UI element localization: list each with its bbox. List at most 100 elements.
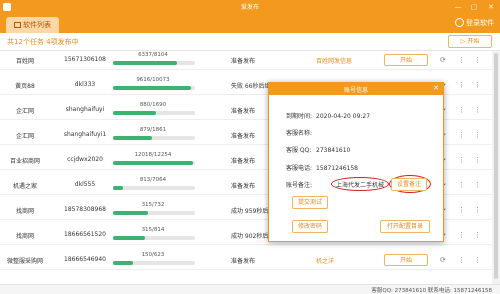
- table-row: 百姓网 15671306108 6337/8104 准备发布 百姓网发信息 开始 ⟳ ⋮ ⋮: [0, 51, 492, 70]
- more-icon[interactable]: ⋮: [458, 181, 465, 189]
- progress-fill: [113, 111, 156, 115]
- note-label: 账号备注:: [286, 182, 313, 189]
- progress-text: 150/623: [141, 252, 165, 258]
- status-text: 准备发布: [231, 158, 256, 165]
- account-name: 18666561520: [64, 231, 106, 238]
- table-row: 微整服采购网 18666546940 150/623 准备发布 机之洋 开始 ⟳ ⋮ ⋮: [0, 251, 492, 270]
- change-password-button[interactable]: 修改密码: [292, 220, 328, 233]
- more-icon[interactable]: ⋮: [458, 156, 465, 164]
- footer: 客服QQ: 273841610 联系电话: 15871246158: [0, 284, 500, 294]
- site-name: 百业招商网: [9, 158, 40, 165]
- start-button[interactable]: 开始: [384, 54, 428, 66]
- progress-bar: [113, 186, 195, 190]
- log-link[interactable]: 百姓网发信息: [316, 56, 352, 65]
- tab-software-list[interactable]: 软件列表: [6, 17, 59, 33]
- refresh-icon[interactable]: ⟳: [440, 56, 446, 64]
- progress-text: 813/7064: [139, 177, 167, 183]
- status-text: 准备发布: [231, 108, 256, 115]
- account-name: 18666546940: [64, 256, 106, 263]
- service-name-field: 客服名称:: [286, 128, 316, 137]
- set-note-button[interactable]: 设置备注: [391, 178, 427, 191]
- close-button[interactable]: ✕: [485, 1, 497, 13]
- expire-value: 2020-04-20 09:27: [316, 113, 371, 120]
- options-icon[interactable]: ⋮: [474, 156, 481, 164]
- status-text: 准备发布: [231, 183, 256, 190]
- start-button[interactable]: 开始: [384, 254, 428, 266]
- progress-fill: [113, 161, 194, 165]
- minimize-button[interactable]: —: [452, 1, 464, 13]
- more-icon[interactable]: ⋮: [458, 56, 465, 64]
- more-icon[interactable]: ⋮: [458, 256, 465, 264]
- submit-test-button[interactable]: 提交测试: [292, 196, 328, 209]
- more-icon[interactable]: ⋮: [458, 206, 465, 214]
- status-text: 准备发布: [231, 133, 256, 140]
- site-name: 机遇之家: [12, 183, 37, 190]
- user-icon: [455, 18, 464, 27]
- account-name: shanghaifuyi: [65, 106, 105, 113]
- progress-fill: [113, 61, 177, 65]
- log-link[interactable]: 机之洋: [316, 256, 334, 265]
- progress-fill: [113, 86, 191, 90]
- progress-bar: [113, 261, 195, 265]
- site-name: 黄页88: [15, 83, 35, 90]
- options-icon[interactable]: ⋮: [474, 106, 481, 114]
- tab-bar: 软件列表 登录软件: [0, 14, 500, 33]
- account-info-dialog: 账号信息 ✕ 到期时间: 2020-04-20 09:27 客服名称: 客服 QQ…: [268, 82, 444, 242]
- more-icon[interactable]: ⋮: [458, 81, 465, 89]
- status-text: 准备发布: [231, 58, 256, 65]
- progress-bar: [113, 161, 195, 165]
- account-name: ccjdwx2020: [67, 156, 103, 163]
- options-icon[interactable]: ⋮: [474, 256, 481, 264]
- summary-bar: 共12个任务 4项发布中 ▷ 开始: [0, 33, 500, 51]
- options-icon[interactable]: ⋮: [474, 81, 481, 89]
- service-phone-label: 客服电话:: [286, 165, 313, 172]
- progress-text: 315/732: [141, 202, 165, 208]
- options-icon[interactable]: ⋮: [474, 206, 481, 214]
- dialog-header: 账号信息 ✕: [269, 83, 443, 95]
- site-name: 微整服采购网: [6, 258, 43, 265]
- progress-bar: [113, 211, 195, 215]
- options-icon[interactable]: ⋮: [474, 131, 481, 139]
- dialog-close-icon[interactable]: ✕: [433, 84, 439, 92]
- site-name: 找商网: [15, 208, 34, 215]
- expire-label: 到期时间:: [286, 113, 313, 120]
- scrollbar-thumb[interactable]: [494, 53, 498, 279]
- start-all-button[interactable]: ▷ 开始: [448, 35, 492, 48]
- account-name: 18578308968: [64, 206, 106, 213]
- progress-bar: [113, 111, 195, 115]
- service-phone-field: 客服电话: 15871246158: [286, 163, 358, 172]
- options-icon[interactable]: ⋮: [474, 56, 481, 64]
- site-name: 企汇网: [15, 133, 34, 140]
- more-icon[interactable]: ⋮: [458, 131, 465, 139]
- service-qq-value: 273841610: [316, 147, 351, 154]
- status-text: 准备发布: [231, 258, 256, 265]
- options-icon[interactable]: ⋮: [474, 231, 481, 239]
- more-icon[interactable]: ⋮: [458, 231, 465, 239]
- progress-bar: [113, 86, 195, 90]
- site-name: 企汇网: [15, 108, 34, 115]
- options-icon[interactable]: ⋮: [474, 181, 481, 189]
- start-all-label: 开始: [467, 38, 480, 45]
- progress-text: 6337/8104: [138, 52, 168, 58]
- account-name: dkl555: [74, 181, 96, 188]
- tab-label: 软件列表: [23, 21, 51, 29]
- scrollbar[interactable]: [492, 51, 500, 284]
- window-title: 爱发布: [240, 4, 259, 11]
- refresh-icon[interactable]: ⟳: [440, 256, 446, 264]
- open-config-button[interactable]: 打开配置目录: [380, 220, 430, 233]
- progress-fill: [113, 211, 149, 215]
- login-button[interactable]: 登录软件: [455, 18, 494, 29]
- more-icon[interactable]: ⋮: [458, 106, 465, 114]
- progress-text: 9616/10073: [136, 77, 170, 83]
- task-summary: 共12个任务 4项发布中: [7, 38, 79, 46]
- service-qq-field: 客服 QQ: 273841610: [286, 145, 350, 154]
- progress-bar: [113, 136, 195, 140]
- status-text: 失败 66秒后继: [231, 83, 271, 90]
- progress-text: 12018/12254: [134, 152, 172, 158]
- progress-fill: [113, 186, 123, 190]
- service-name-label: 客服名称:: [286, 130, 313, 137]
- maximize-button[interactable]: ▢: [468, 1, 480, 13]
- progress-fill: [113, 261, 133, 265]
- service-phone-value: 15871246158: [316, 165, 358, 172]
- account-name: 15671306108: [64, 56, 106, 63]
